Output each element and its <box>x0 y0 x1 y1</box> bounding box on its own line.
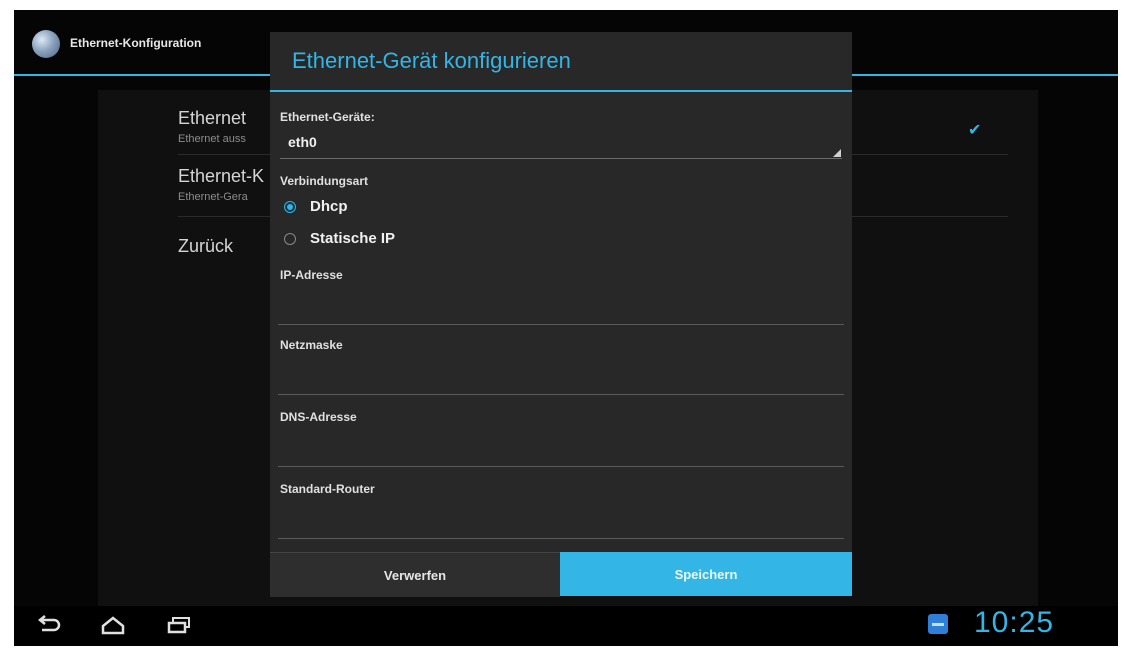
back-icon[interactable] <box>36 614 62 636</box>
tablet-screen: Ethernet-Konfiguration Ethernet Ethernet… <box>14 10 1118 646</box>
default-router-label: Standard-Router <box>280 482 375 496</box>
app-title: Ethernet-Konfiguration <box>70 36 202 50</box>
notification-icon[interactable] <box>928 614 948 634</box>
configure-ethernet-dialog: Ethernet-Gerät konfigurieren Ethernet-Ge… <box>270 32 852 597</box>
dns-address-label: DNS-Adresse <box>280 410 357 424</box>
home-icon[interactable] <box>100 614 126 636</box>
pref-config-summary: Ethernet-Gera <box>178 191 248 203</box>
dialog-title: Ethernet-Gerät konfigurieren <box>292 48 571 73</box>
ethernet-checkbox-checkmark-icon[interactable]: ✔ <box>968 120 981 140</box>
radio-button-unselected[interactable] <box>284 232 296 245</box>
netmask-underline <box>278 394 844 395</box>
device-spinner[interactable]: eth0 <box>288 134 317 150</box>
netmask-input[interactable] <box>278 364 848 392</box>
ethernet-settings-icon[interactable] <box>32 30 60 58</box>
discard-button[interactable]: Verwerfen <box>270 552 560 597</box>
pref-ethernet-configuration[interactable]: Ethernet-K Ethernet-Gera <box>178 166 264 203</box>
device-label: Ethernet-Geräte: <box>280 110 375 124</box>
default-router-input[interactable] <box>278 508 848 536</box>
ip-address-label: IP-Adresse <box>280 268 343 282</box>
connection-type-label: Verbindungsart <box>280 174 369 188</box>
radio-static-ip-label: Statische IP <box>310 230 396 247</box>
dns-address-underline <box>278 466 844 467</box>
radio-dhcp[interactable]: Dhcp <box>284 198 348 215</box>
radio-button-selected[interactable] <box>284 200 296 213</box>
save-button[interactable]: Speichern <box>560 552 852 596</box>
system-bar: 10:25 <box>14 606 1118 646</box>
radio-static-ip[interactable]: Statische IP <box>284 230 395 247</box>
pref-back[interactable]: Zurück <box>178 236 233 257</box>
device-spinner-underline <box>280 158 842 159</box>
clock[interactable]: 10:25 <box>974 606 1054 640</box>
spinner-dropdown-icon[interactable] <box>833 149 841 157</box>
pref-ethernet[interactable]: Ethernet Ethernet auss <box>178 108 246 145</box>
dns-address-input[interactable] <box>278 436 848 464</box>
radio-dhcp-label: Dhcp <box>310 198 348 215</box>
netmask-label: Netzmaske <box>280 338 343 352</box>
pref-ethernet-summary: Ethernet auss <box>178 133 246 145</box>
default-router-underline <box>278 538 844 539</box>
pref-config-title: Ethernet-K <box>178 166 265 186</box>
pref-ethernet-title: Ethernet <box>178 108 247 128</box>
ip-address-underline <box>278 324 844 325</box>
ip-address-input[interactable] <box>278 294 848 322</box>
dialog-title-divider <box>270 90 852 92</box>
dialog-button-bar: Verwerfen Speichern <box>270 552 852 597</box>
recent-apps-icon[interactable] <box>166 614 192 636</box>
pref-back-title: Zurück <box>178 236 234 256</box>
